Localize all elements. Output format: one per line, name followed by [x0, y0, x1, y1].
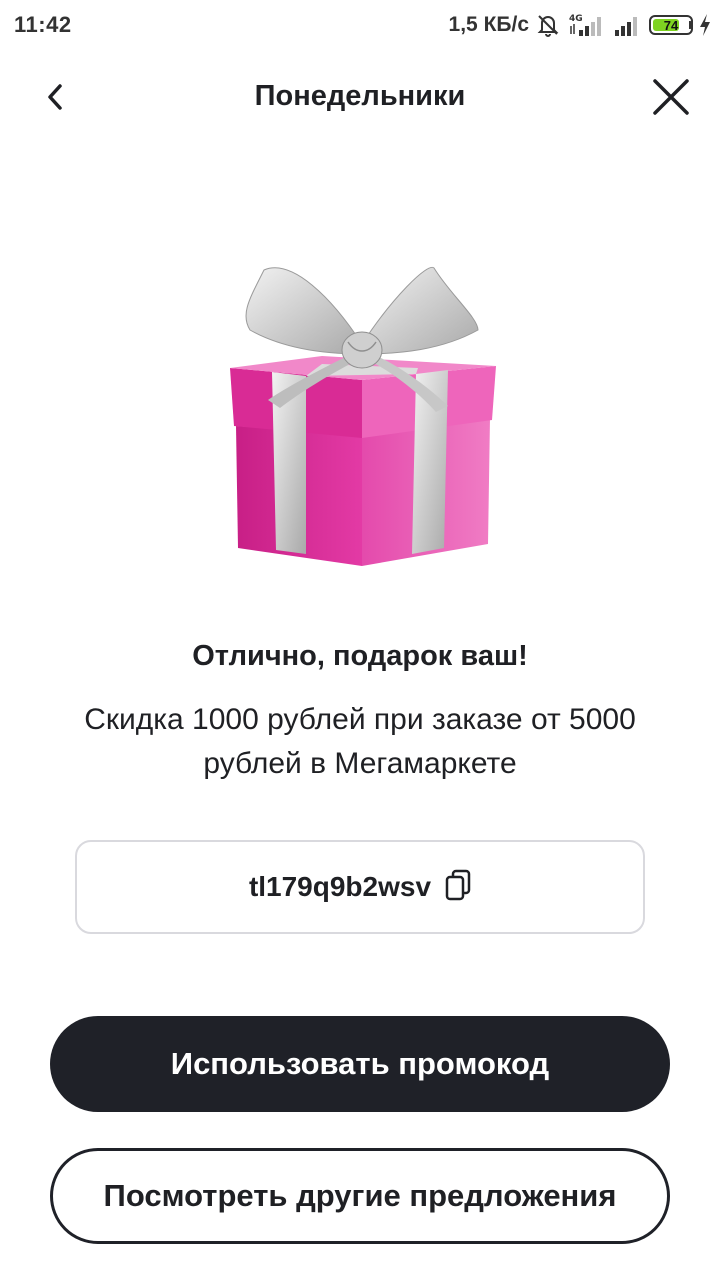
- network-type-label: 4G: [569, 14, 583, 24]
- charging-icon: [698, 13, 712, 37]
- signal-4g-icon: 4G: [567, 12, 607, 38]
- status-time: 11:42: [14, 12, 72, 37]
- page-title: Понедельники: [254, 80, 466, 112]
- close-button[interactable]: [644, 72, 698, 126]
- other-offers-button[interactable]: Посмотреть другие предложения: [50, 1148, 670, 1244]
- battery-level: 74: [663, 17, 679, 33]
- gift-box-image: [222, 258, 502, 574]
- mute-bell-icon: [535, 12, 561, 38]
- close-icon: [651, 77, 691, 122]
- header: Понедельники: [0, 58, 720, 138]
- promo-code-box[interactable]: tl179q9b2wsv: [75, 840, 645, 934]
- success-headline: Отлично, подарок ваш!: [192, 640, 528, 672]
- signal-icon: [613, 12, 643, 38]
- offer-description: Скидка 1000 рублей при заказе от 5000 ру…: [84, 703, 636, 780]
- copy-icon[interactable]: [445, 869, 471, 906]
- status-bar: 11:42 1,5 КБ/с 4G 74: [0, 0, 720, 50]
- status-icons: 1,5 КБ/с 4G 74: [449, 10, 712, 40]
- chevron-left-icon: [44, 82, 66, 117]
- use-promo-code-button[interactable]: Использовать промокод: [50, 1016, 670, 1112]
- back-button[interactable]: [30, 74, 80, 124]
- network-speed: 1,5 КБ/с: [448, 13, 529, 36]
- promo-code: tl179q9b2wsv: [248, 871, 432, 902]
- battery-icon: 74: [649, 15, 693, 35]
